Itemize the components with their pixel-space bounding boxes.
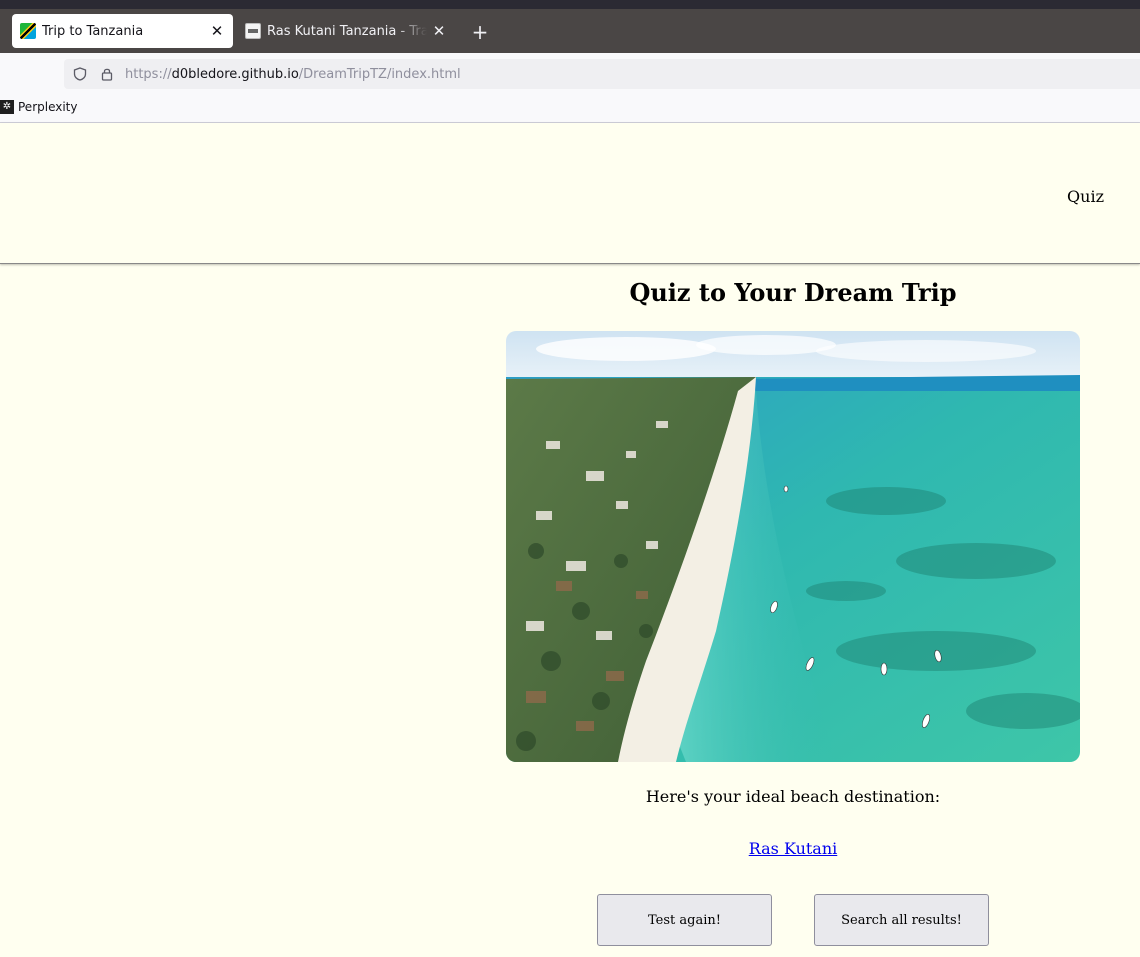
tab-bar: Trip to Tanzania ✕ Ras Kutani Tanzania -… <box>0 9 1140 53</box>
page-title: Quiz to Your Dream Trip <box>629 278 957 307</box>
site-header: Quiz <box>0 123 1140 264</box>
window-top-strip <box>0 0 1140 9</box>
close-icon[interactable]: ✕ <box>205 22 229 40</box>
tab-ras-kutani[interactable]: Ras Kutani Tanzania - Travel ✕ <box>237 14 455 48</box>
result-destination: Ras Kutani <box>506 839 1080 858</box>
site-favicon-icon <box>245 23 261 39</box>
search-all-results-button[interactable]: Search all results! <box>814 894 989 946</box>
url-scheme: https:// <box>125 66 172 82</box>
address-bar[interactable]: https:// d0bledore.github.io /DreamTripT… <box>64 59 1140 89</box>
result-destination-link[interactable]: Ras Kutani <box>749 839 838 858</box>
tab-title: Ras Kutani Tanzania - Travel <box>267 23 427 39</box>
tanzania-flag-icon <box>20 23 36 39</box>
tab-title: Trip to Tanzania <box>42 23 144 39</box>
nav-quiz-link[interactable]: Quiz <box>1067 187 1104 206</box>
tab-trip-to-tanzania[interactable]: Trip to Tanzania ✕ <box>12 14 233 48</box>
bookmark-label: Perplexity <box>18 100 78 114</box>
bookmarks-toolbar: ✲ Perplexity <box>0 95 1140 123</box>
perplexity-icon: ✲ <box>0 100 14 114</box>
url-host: d0bledore.github.io <box>171 66 299 82</box>
close-icon[interactable]: ✕ <box>427 22 451 40</box>
result-label: Here's your ideal beach destination: <box>645 787 941 806</box>
url-path: /DreamTripTZ/index.html <box>298 66 461 82</box>
test-again-button[interactable]: Test again! <box>597 894 772 946</box>
navigation-bar: https:// d0bledore.github.io /DreamTripT… <box>0 53 1140 95</box>
shield-icon[interactable] <box>73 67 87 81</box>
beach-photo <box>506 331 1080 762</box>
bookmark-perplexity[interactable]: ✲ Perplexity <box>0 100 78 114</box>
new-tab-button[interactable]: + <box>468 21 492 45</box>
lock-icon[interactable] <box>101 67 113 81</box>
